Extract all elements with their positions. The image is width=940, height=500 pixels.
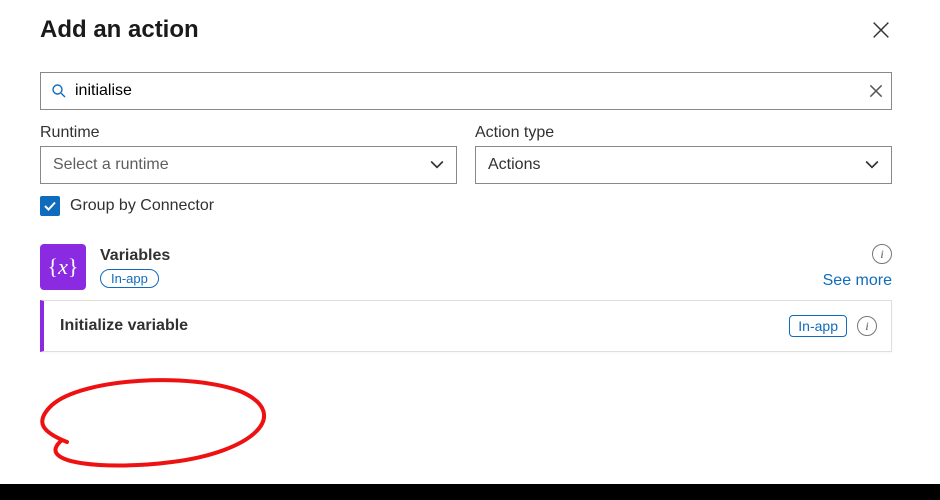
variables-icon: {x} (40, 244, 86, 290)
panel-title: Add an action (40, 16, 199, 44)
close-button[interactable] (870, 19, 892, 41)
runtime-value: Select a runtime (53, 156, 169, 174)
connector-name: Variables (100, 247, 170, 265)
add-action-panel: Add an action Runtime Select a runtime A… (10, 0, 922, 484)
action-name: Initialize variable (60, 317, 188, 335)
chevron-down-icon (430, 158, 444, 172)
checkmark-icon (43, 199, 57, 213)
group-by-connector-label: Group by Connector (70, 197, 214, 215)
close-icon (870, 19, 892, 41)
actiontype-dropdown[interactable]: Actions (475, 146, 892, 184)
connector-header-variables: {x} Variables In-app i See more (40, 244, 892, 290)
close-icon (867, 82, 885, 100)
runtime-label: Runtime (40, 124, 457, 142)
group-by-connector-checkbox[interactable] (40, 196, 60, 216)
info-icon[interactable]: i (857, 316, 877, 336)
runtime-dropdown[interactable]: Select a runtime (40, 146, 457, 184)
search-field[interactable] (40, 72, 892, 110)
action-badge: In-app (789, 315, 847, 337)
see-more-link[interactable]: See more (823, 272, 892, 290)
chevron-down-icon (865, 158, 879, 172)
bottom-crop-bar (0, 484, 940, 500)
search-icon (51, 83, 67, 99)
info-icon[interactable]: i (872, 244, 892, 264)
actiontype-value: Actions (488, 156, 540, 174)
action-initialize-variable[interactable]: Initialize variable In-app i (40, 300, 892, 352)
clear-search-button[interactable] (867, 82, 885, 100)
actiontype-label: Action type (475, 124, 892, 142)
connector-badge: In-app (100, 269, 159, 288)
search-input[interactable] (67, 82, 867, 100)
